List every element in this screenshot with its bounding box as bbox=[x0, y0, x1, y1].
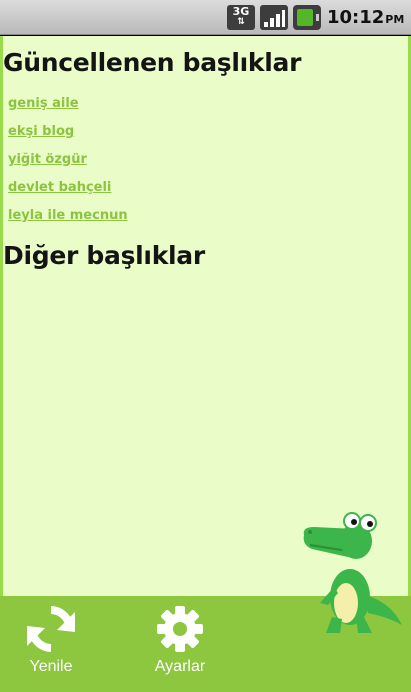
topic-link[interactable]: devlet bahçeli bbox=[8, 180, 128, 208]
clock: 10:12PM bbox=[327, 7, 404, 28]
updated-topics-list: geniş aile ekşi blog yiğit özgür devlet … bbox=[8, 96, 128, 236]
topic-link[interactable]: yiğit özgür bbox=[8, 152, 128, 180]
refresh-icon bbox=[27, 606, 75, 652]
topic-link[interactable]: ekşi blog bbox=[8, 124, 128, 152]
refresh-label: Yenile bbox=[29, 658, 73, 675]
crocodile-mascot-icon bbox=[303, 512, 402, 633]
status-bar: 3G ⇅ 10:12PM bbox=[0, 0, 411, 35]
settings-label: Ayarlar bbox=[154, 658, 206, 675]
settings-button[interactable]: Ayarlar bbox=[140, 604, 220, 684]
other-topics-title: Diğer başlıklar bbox=[3, 241, 205, 270]
clock-ampm: PM bbox=[385, 13, 405, 26]
topic-link[interactable]: geniş aile bbox=[8, 96, 128, 124]
updated-topics-title: Güncellenen başlıklar bbox=[3, 48, 302, 77]
signal-icon bbox=[260, 5, 288, 30]
gear-icon bbox=[157, 606, 203, 652]
3g-network-icon: 3G ⇅ bbox=[227, 5, 255, 30]
battery-icon bbox=[293, 5, 321, 30]
clock-time: 10:12 bbox=[327, 7, 385, 28]
refresh-button[interactable]: Yenile bbox=[11, 604, 91, 684]
topic-link[interactable]: leyla ile mecnun bbox=[8, 208, 128, 236]
